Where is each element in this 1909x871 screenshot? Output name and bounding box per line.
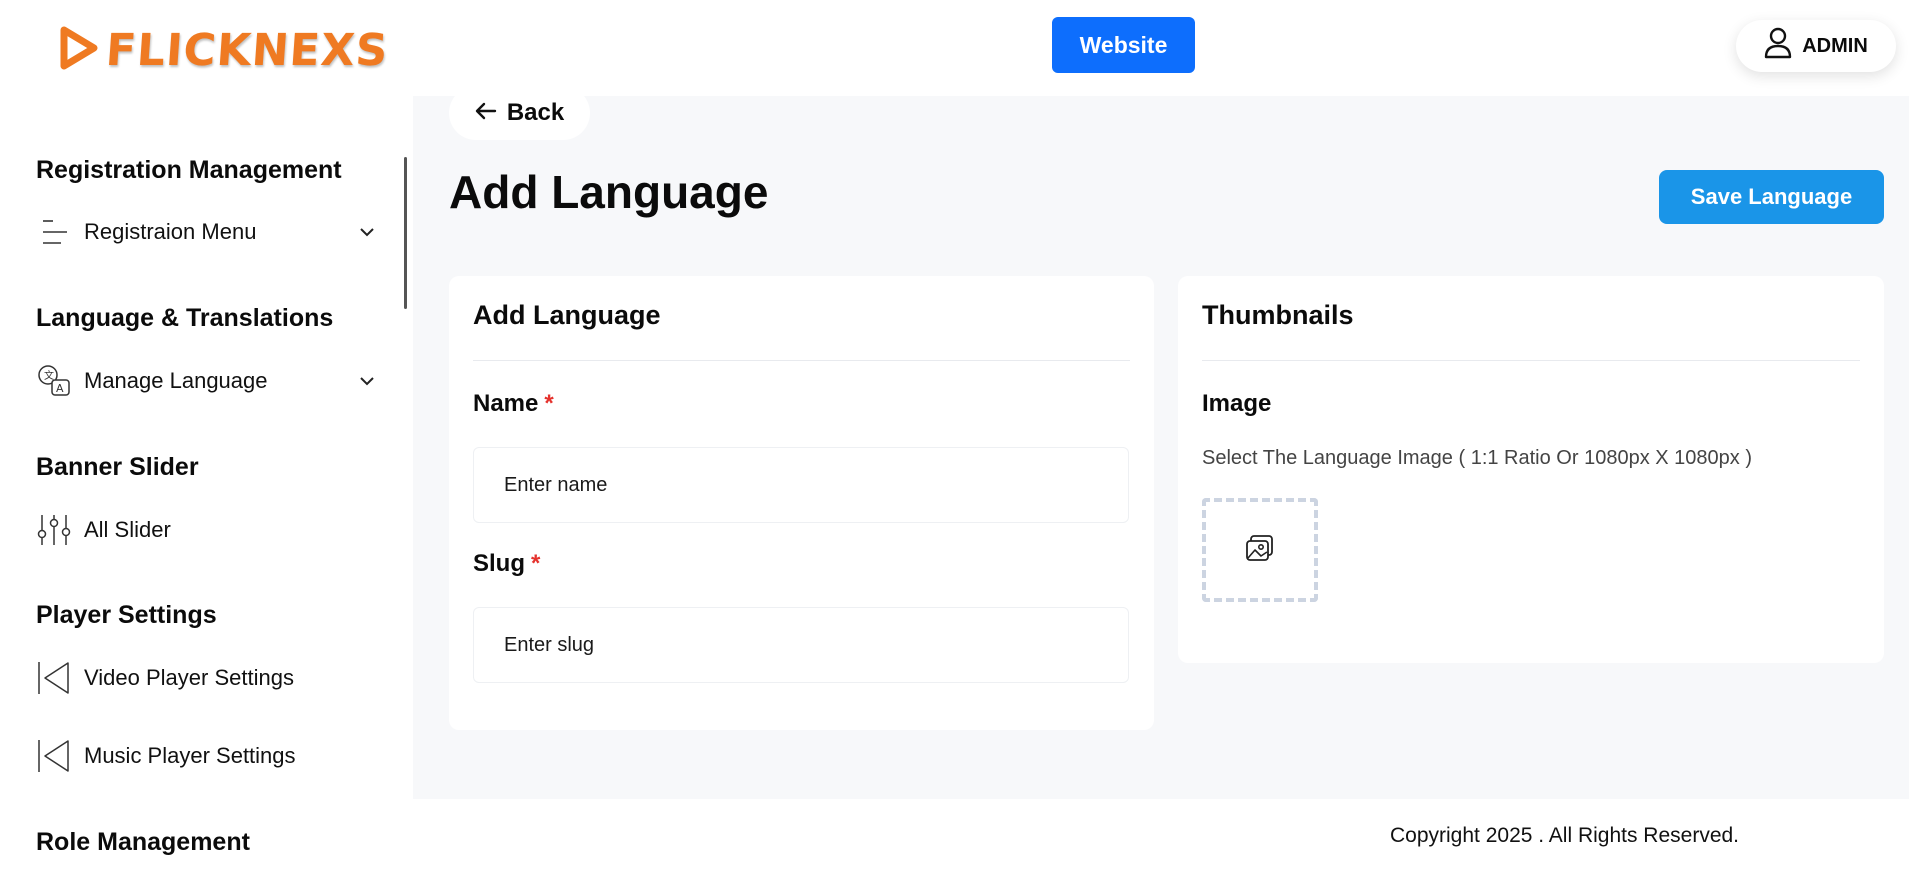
sidebar-item-music-player-settings[interactable]: Music Player Settings	[36, 736, 376, 776]
sliders-icon	[36, 512, 72, 548]
admin-profile-button[interactable]: ADMIN	[1736, 20, 1896, 72]
divider	[473, 360, 1130, 361]
logo-text: FLICKNEXS	[104, 24, 391, 76]
brand-logo[interactable]: FLICKNEXS	[58, 22, 391, 78]
sidebar-section-language: Language & Translations	[36, 304, 334, 332]
image-upload-icon	[1245, 534, 1275, 567]
required-mark: *	[531, 550, 541, 577]
play-logo-icon	[58, 24, 100, 77]
chevron-down-icon[interactable]	[358, 226, 376, 238]
divider	[1202, 360, 1860, 361]
sidebar-item-label: Registraion Menu	[84, 219, 257, 244]
card-title: Add Language	[473, 300, 661, 330]
user-icon	[1764, 27, 1792, 65]
back-label: Back	[506, 99, 565, 126]
sidebar-item-video-player-settings[interactable]: Video Player Settings	[36, 658, 376, 698]
sidebar-scrollbar[interactable]	[404, 157, 407, 309]
sidebar-section-player: Player Settings	[36, 601, 217, 629]
chevron-down-icon[interactable]	[358, 375, 376, 387]
footer-copyright: Copyright 2025 . All Rights Reserved.	[1390, 824, 1740, 847]
card-title: Thumbnails	[1202, 300, 1354, 330]
sidebar-item-label: Manage Language	[84, 368, 268, 393]
menu-lines-icon	[36, 214, 72, 250]
sidebar-item-label: All Slider	[84, 517, 171, 542]
page-title: Add Language	[449, 166, 769, 218]
image-label: Image	[1202, 390, 1272, 417]
slug-label-text: Slug	[473, 550, 525, 577]
required-mark: *	[544, 390, 554, 417]
top-header: FLICKNEXS Website ADMIN	[0, 0, 1909, 96]
add-language-card: Add Language Name* Slug*	[449, 276, 1154, 730]
player-icon	[36, 660, 72, 696]
translate-icon: 文 A	[36, 363, 72, 399]
slug-label: Slug *	[473, 550, 540, 578]
image-upload-dropzone[interactable]	[1202, 498, 1318, 602]
sidebar-section-banner: Banner Slider	[36, 453, 199, 481]
back-button[interactable]: Back	[449, 86, 590, 140]
sidebar-item-all-slider[interactable]: All Slider	[36, 510, 376, 550]
svg-text:A: A	[56, 382, 64, 395]
sidebar-section-role: Role Management	[36, 828, 250, 856]
thumbnails-card: Thumbnails Image Select The Language Ima…	[1178, 276, 1884, 663]
sidebar-item-registration-menu[interactable]: Registraion Menu	[36, 212, 376, 252]
slug-input[interactable]	[473, 607, 1129, 683]
name-label-text: Name	[473, 390, 539, 417]
save-language-button[interactable]: Save Language	[1659, 170, 1884, 224]
website-button[interactable]: Website	[1052, 17, 1195, 73]
sidebar-section-registration: Registration Management	[36, 156, 342, 184]
sidebar-item-label: Video Player Settings	[84, 665, 294, 690]
sidebar-item-manage-language[interactable]: 文 A Manage Language	[36, 361, 376, 401]
name-label: Name *	[473, 390, 554, 418]
player-icon	[36, 738, 72, 774]
name-input[interactable]	[473, 447, 1129, 523]
admin-label: ADMIN	[1802, 34, 1868, 57]
arrow-left-icon	[475, 99, 497, 127]
sidebar-item-label: Music Player Settings	[84, 743, 296, 768]
image-helper-text: Select The Language Image ( 1:1 Ratio Or…	[1202, 447, 1752, 469]
